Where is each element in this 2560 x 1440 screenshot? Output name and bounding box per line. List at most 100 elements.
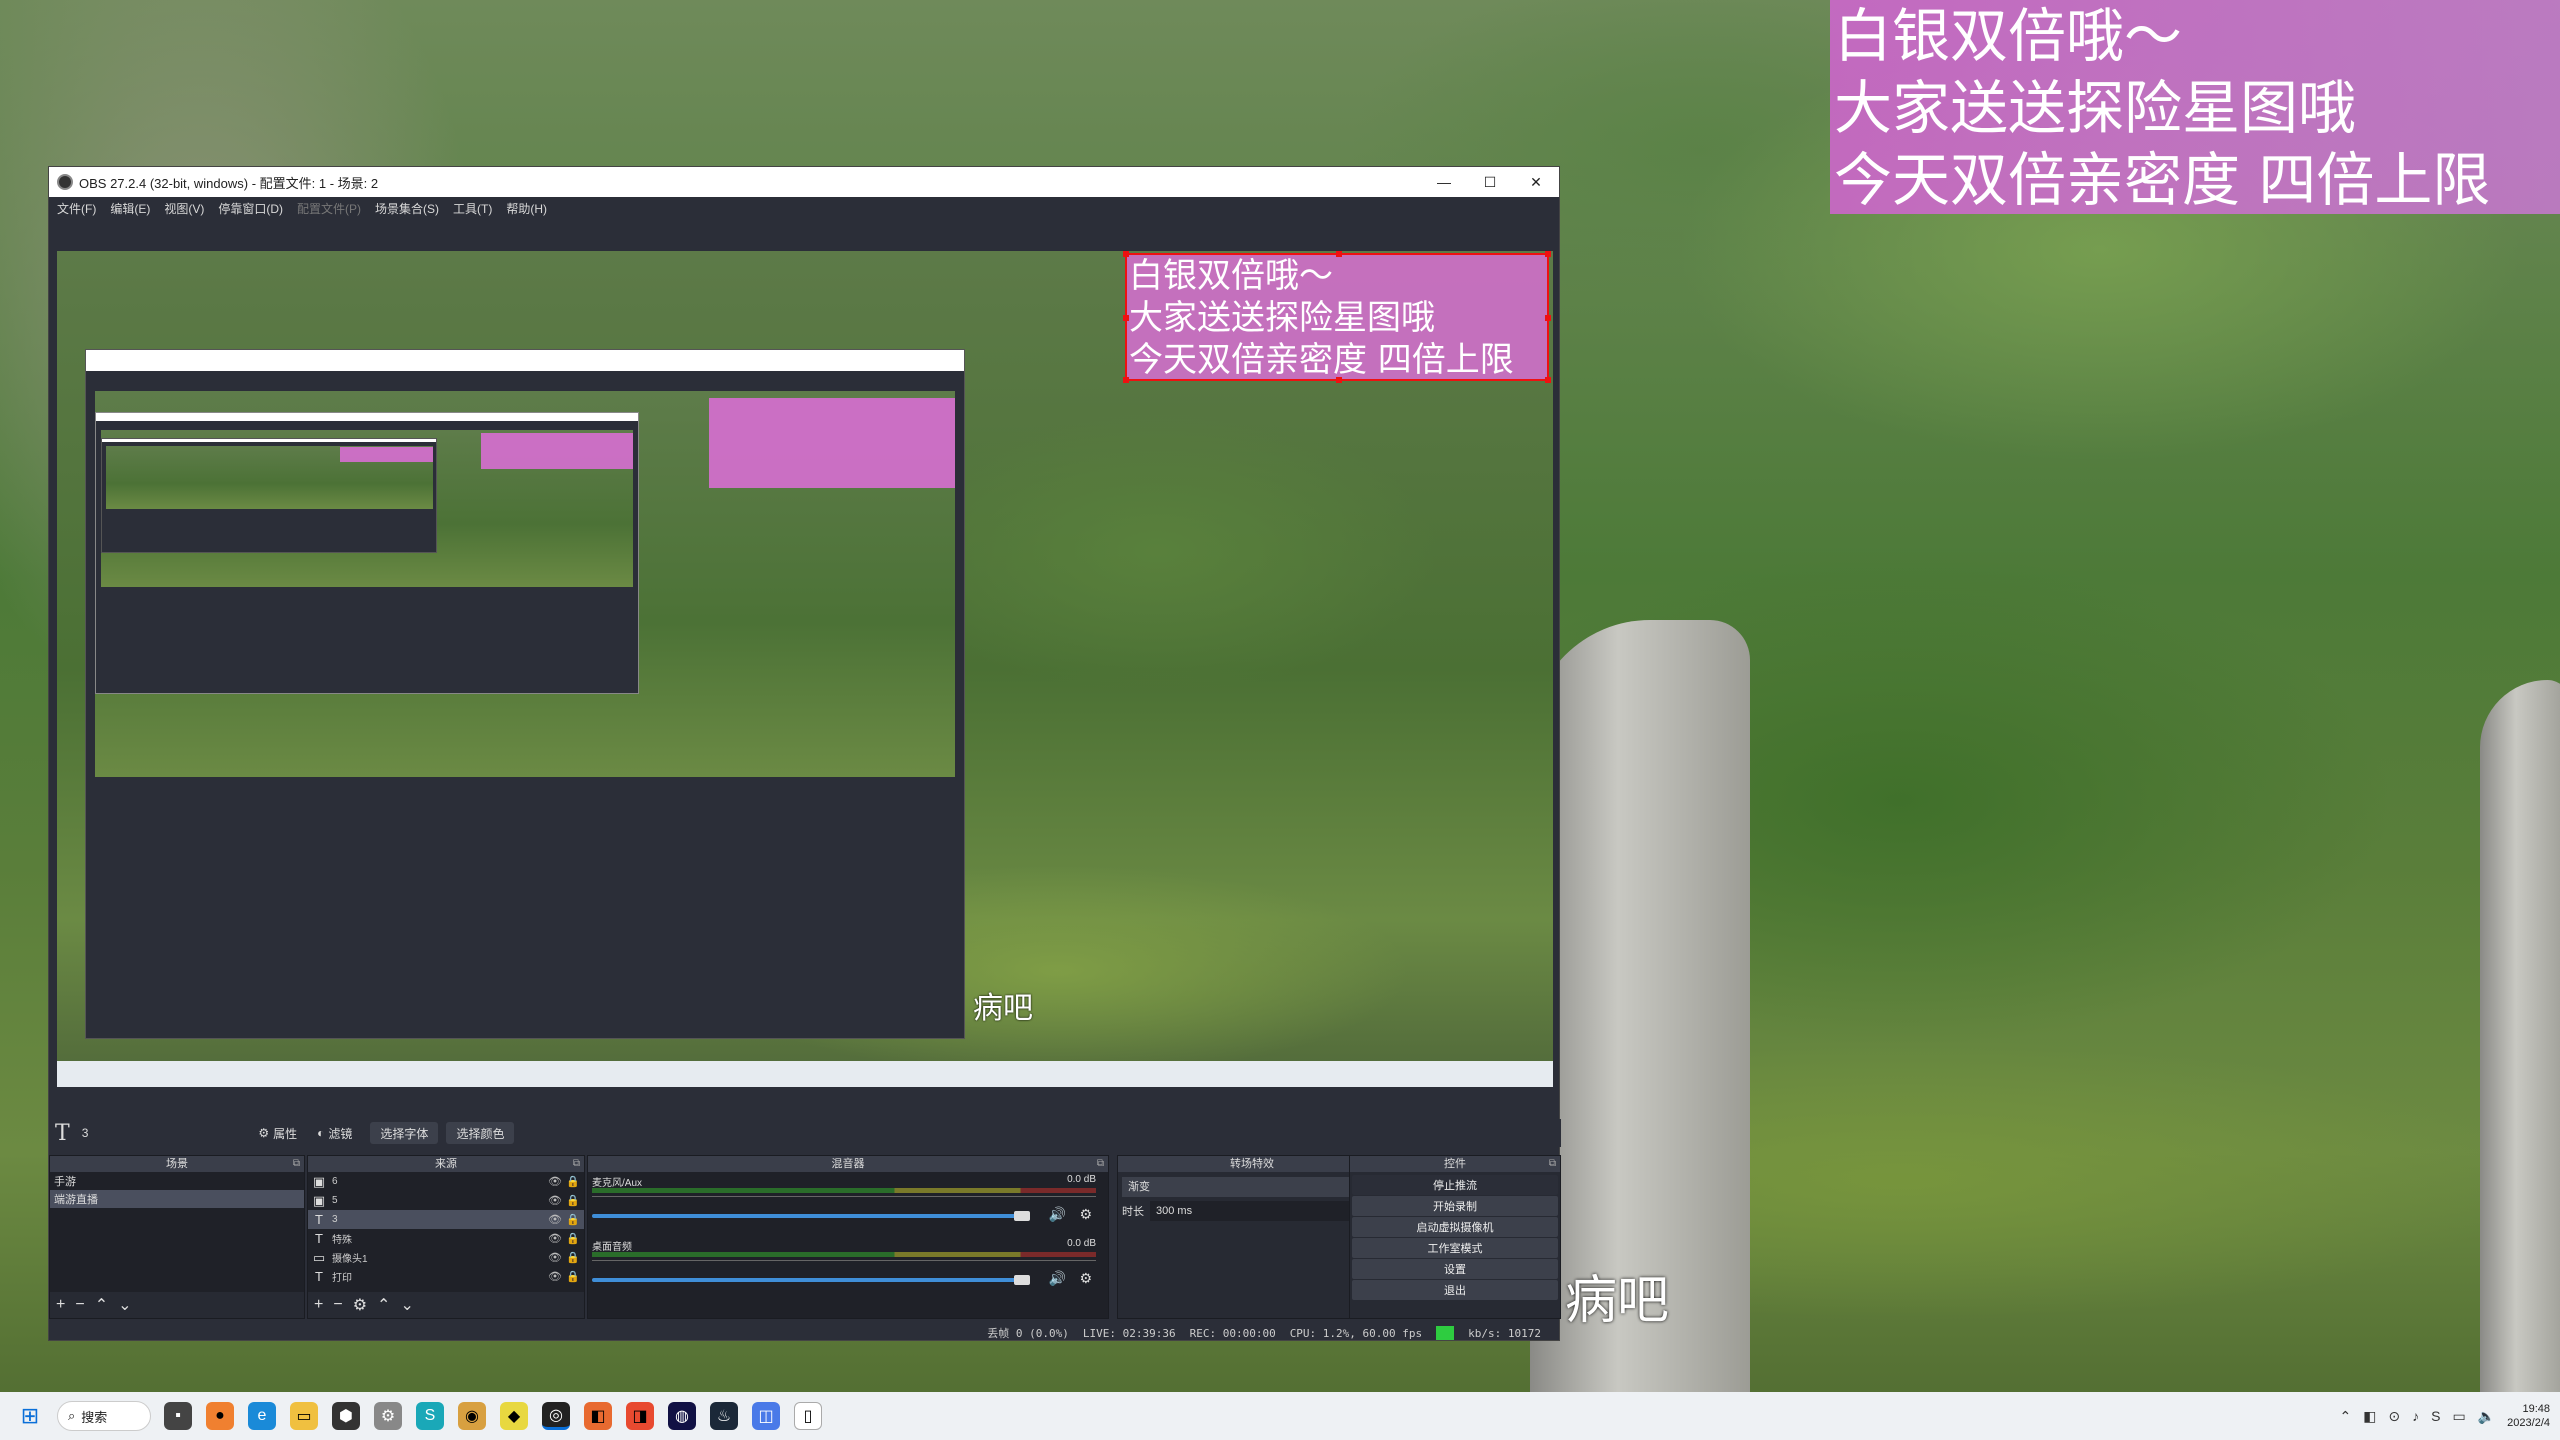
undock-icon[interactable]: ⧉	[293, 1156, 300, 1172]
close-button[interactable]: ✕	[1513, 167, 1559, 197]
task-view-icon[interactable]: ▪	[164, 1402, 192, 1430]
gear-icon[interactable]: ⚙	[1079, 1206, 1092, 1223]
settings-icon[interactable]: ⚙	[374, 1402, 402, 1430]
edge-browser-icon[interactable]: e	[248, 1402, 276, 1430]
app-icon[interactable]: ◉	[458, 1402, 486, 1430]
speaker-icon[interactable]: 🔊	[1049, 1270, 1066, 1287]
duration-input[interactable]: 300 ms	[1150, 1201, 1382, 1221]
exit-button[interactable]: 退出	[1352, 1280, 1558, 1300]
menu-docks[interactable]: 停靠窗口(D)	[218, 200, 283, 217]
network-icon[interactable]: ⊙	[2388, 1408, 2400, 1425]
move-up-icon[interactable]: ⌃	[95, 1295, 108, 1315]
resize-handle[interactable]	[1545, 377, 1551, 383]
maximize-button[interactable]: ☐	[1467, 167, 1513, 197]
app-icon[interactable]: ●	[206, 1402, 234, 1430]
source-item[interactable]: T 打印 👁 🔒	[308, 1267, 584, 1286]
start-recording-button[interactable]: 开始录制	[1352, 1196, 1558, 1216]
stop-streaming-button[interactable]: 停止推流	[1352, 1175, 1558, 1195]
resize-handle[interactable]	[1336, 251, 1342, 257]
gear-icon[interactable]: ⚙	[1079, 1270, 1092, 1287]
visibility-eye-icon[interactable]: 👁	[548, 1175, 562, 1188]
file-explorer-icon[interactable]: ▭	[290, 1402, 318, 1430]
app-icon[interactable]: ◫	[752, 1402, 780, 1430]
menu-profile[interactable]: 配置文件(P)	[297, 200, 361, 217]
start-virtual-camera-button[interactable]: 启动虚拟摄像机	[1352, 1217, 1558, 1237]
source-item[interactable]: T 3 👁 🔒	[308, 1210, 584, 1229]
volume-slider[interactable]	[592, 1214, 1028, 1218]
filters-button[interactable]: ◐ 滤镜	[307, 1122, 363, 1144]
visibility-eye-icon[interactable]: 👁	[548, 1251, 562, 1264]
resize-handle[interactable]	[1123, 315, 1129, 321]
obs-taskbar-icon[interactable]: ◎	[542, 1402, 570, 1430]
menu-tools[interactable]: 工具(T)	[453, 200, 492, 217]
move-up-icon[interactable]: ⌃	[377, 1295, 390, 1315]
add-icon[interactable]: +	[56, 1296, 65, 1314]
menu-help[interactable]: 帮助(H)	[506, 200, 547, 217]
lock-icon[interactable]: 🔒	[566, 1270, 580, 1283]
source-item[interactable]: T 特殊 👁 🔒	[308, 1229, 584, 1248]
undock-icon[interactable]: ⧉	[1549, 1156, 1556, 1172]
select-font-button[interactable]: 选择字体	[370, 1122, 439, 1144]
system-clock[interactable]: 19:48 2023/2/4	[2507, 1402, 2550, 1430]
studio-mode-button[interactable]: 工作室模式	[1352, 1238, 1558, 1258]
lock-icon[interactable]: 🔒	[566, 1175, 580, 1188]
windows-start-icon[interactable]: ⊞	[16, 1402, 44, 1430]
notepad-icon[interactable]: ▯	[794, 1402, 822, 1430]
scene-item-selected[interactable]: 端游直播	[50, 1190, 304, 1208]
app-icon[interactable]: ◆	[500, 1402, 528, 1430]
undock-icon[interactable]: ⧉	[1097, 1156, 1104, 1172]
lock-icon[interactable]: 🔒	[566, 1194, 580, 1207]
lock-icon[interactable]: 🔒	[566, 1232, 580, 1245]
resize-handle[interactable]	[1123, 251, 1129, 257]
undock-icon[interactable]: ⧉	[573, 1156, 580, 1172]
source-item[interactable]: ▣ 5 👁 🔒	[308, 1191, 584, 1210]
volume-slider[interactable]	[592, 1278, 1028, 1282]
app-icon[interactable]: ◧	[584, 1402, 612, 1430]
visibility-eye-icon[interactable]: 👁	[548, 1213, 562, 1226]
move-down-icon[interactable]: ⌄	[400, 1295, 413, 1315]
resize-handle[interactable]	[1545, 315, 1551, 321]
settings-button[interactable]: 设置	[1352, 1259, 1558, 1279]
app-icon[interactable]: ◨	[626, 1402, 654, 1430]
lock-icon[interactable]: 🔒	[566, 1213, 580, 1226]
input-method-icon[interactable]: S	[2431, 1408, 2440, 1424]
microphone-icon[interactable]: ♪	[2412, 1408, 2419, 1424]
move-down-icon[interactable]: ⌄	[118, 1295, 131, 1315]
chevron-up-icon[interactable]: ⌃	[2339, 1408, 2351, 1425]
visibility-eye-icon[interactable]: 👁	[548, 1232, 562, 1245]
menu-file[interactable]: 文件(F)	[57, 200, 96, 217]
app-icon[interactable]: ⬢	[332, 1402, 360, 1430]
app-icon[interactable]: ◍	[668, 1402, 696, 1430]
resize-handle[interactable]	[1545, 251, 1551, 257]
visibility-eye-icon[interactable]: 👁	[548, 1194, 562, 1207]
volume-icon[interactable]: 🔈	[2478, 1408, 2495, 1425]
scene-item[interactable]: 手游	[50, 1172, 304, 1190]
preview-text-source-selected[interactable]: 白银双倍哦～ 大家送送探险星图哦 今天双倍亲密度 四倍上限	[1123, 251, 1551, 383]
remove-icon[interactable]: −	[75, 1296, 84, 1314]
remove-icon[interactable]: −	[333, 1296, 342, 1314]
preview-canvas[interactable]: 白银双倍哦～ 大家送送探险星图哦 今天双倍亲密度 四倍上限 病吧	[57, 251, 1553, 1087]
steam-icon[interactable]: ♨	[710, 1402, 738, 1430]
add-icon[interactable]: +	[314, 1296, 323, 1314]
properties-button[interactable]: ⚙ 属性	[248, 1122, 308, 1144]
volume-slider-knob[interactable]	[1014, 1211, 1030, 1221]
speaker-icon[interactable]: 🔊	[1049, 1206, 1066, 1223]
source-item[interactable]: ▣ 6 👁 🔒	[308, 1172, 584, 1191]
tray-app-icon[interactable]: ◧	[2363, 1408, 2376, 1425]
resize-handle[interactable]	[1336, 377, 1342, 383]
app-icon[interactable]: S	[416, 1402, 444, 1430]
volume-slider-knob[interactable]	[1014, 1275, 1030, 1285]
gear-icon[interactable]: ⚙	[353, 1295, 367, 1315]
select-color-button[interactable]: 选择颜色	[446, 1122, 515, 1144]
display-icon[interactable]: ▭	[2453, 1408, 2466, 1425]
menu-edit[interactable]: 编辑(E)	[110, 200, 150, 217]
lock-icon[interactable]: 🔒	[566, 1251, 580, 1264]
source-item[interactable]: ▭ 摄像头1 👁 🔒	[308, 1248, 584, 1267]
menu-view[interactable]: 视图(V)	[164, 200, 204, 217]
minimize-button[interactable]: —	[1421, 167, 1467, 197]
taskbar-search[interactable]: ⌕ 搜索	[57, 1401, 151, 1431]
menu-scene-collection[interactable]: 场景集合(S)	[375, 200, 439, 217]
transition-type-select[interactable]: 渐变	[1122, 1177, 1364, 1197]
resize-handle[interactable]	[1123, 377, 1129, 383]
visibility-eye-icon[interactable]: 👁	[548, 1270, 562, 1283]
